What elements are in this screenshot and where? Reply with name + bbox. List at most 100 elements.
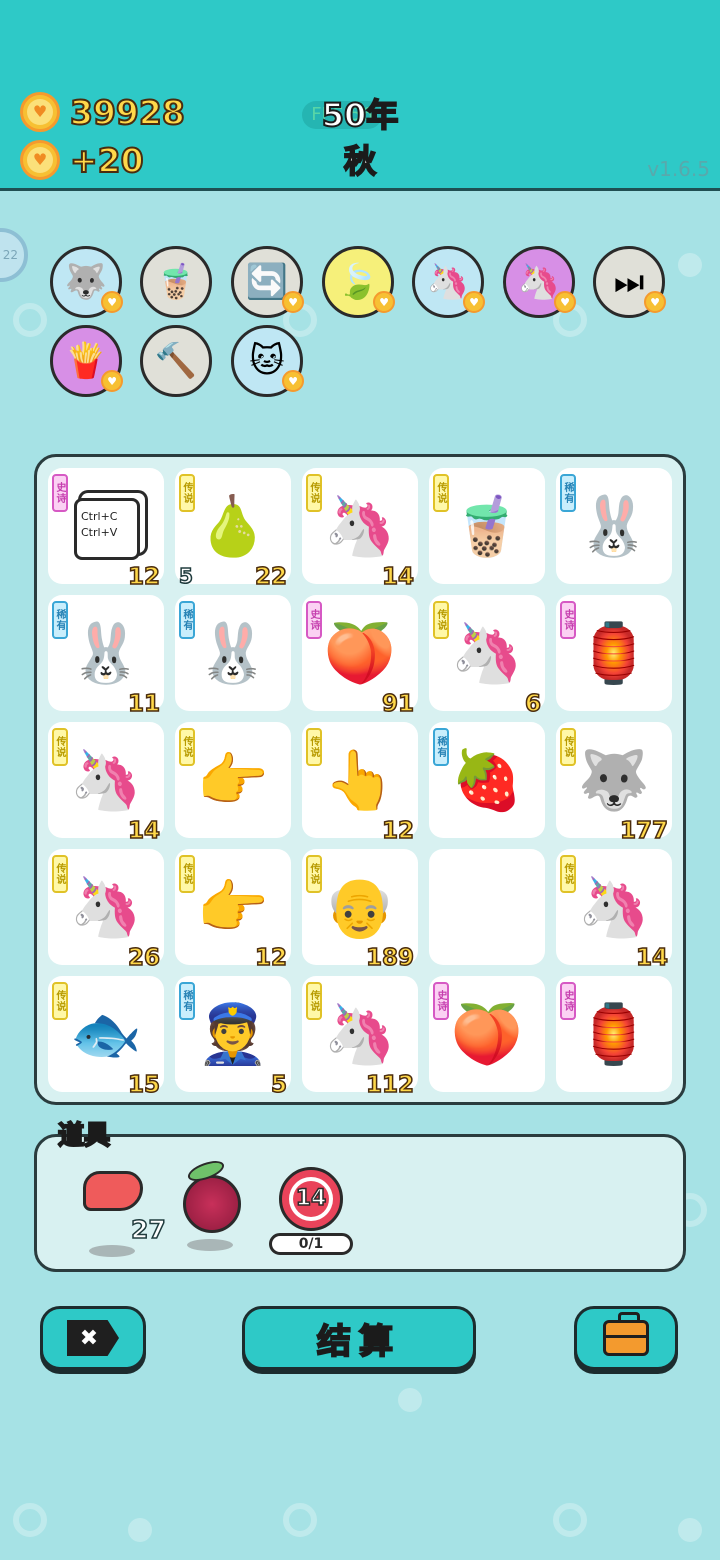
cat-skill-button[interactable]: 🐱 ♥: [231, 325, 304, 397]
board-tile[interactable]: 传说 🦄 112: [302, 976, 418, 1099]
board-tile[interactable]: 传说 🦄 14: [556, 849, 672, 972]
heart-badge-icon: ♥: [463, 291, 485, 313]
timer-item[interactable]: 14 0/1: [269, 1163, 353, 1255]
board-tile[interactable]: 稀有 🐰: [175, 595, 291, 711]
board-tile[interactable]: 史诗 Ctrl+C Ctrl+V 12: [48, 468, 164, 591]
heart-badge-icon: ♥: [282, 291, 304, 313]
board-tile[interactable]: 传说 👆 12: [302, 722, 418, 845]
twin-unicorns-epic-skill-icon: 🦄: [517, 262, 561, 302]
liver-icon: [83, 1171, 143, 1211]
board-tile[interactable]: 稀有 🐰 11: [48, 595, 164, 718]
tile-count: 12: [127, 563, 161, 591]
husky-skill-button[interactable]: 🐺 ♥: [50, 246, 123, 318]
settle-label: 结算: [316, 1321, 401, 1363]
heart-badge-icon: ♥: [101, 370, 123, 392]
board-tile[interactable]: 传说 🍐 5 22: [175, 468, 291, 591]
pointing-hand-icon: 👉: [196, 746, 270, 814]
tile-count: 14: [635, 944, 669, 972]
tile-count: 22: [254, 563, 288, 591]
settle-button[interactable]: 结算: [242, 1306, 476, 1370]
heart-badge-icon: ♥: [554, 291, 576, 313]
game-board: 史诗 Ctrl+C Ctrl+V 12 传说 🍐 5 22 传说 🦄 14 传说 🧋 稀有 🐰 稀有 🐰 11 稀…: [34, 454, 686, 1105]
tile-count: 12: [254, 944, 288, 972]
board-tile[interactable]: 传说 🐟 15: [48, 976, 164, 1099]
liver-count: 27: [130, 1214, 166, 1245]
peach-icon: 🍑: [450, 1000, 524, 1068]
rabbit-house-icon: 🏮: [577, 619, 651, 687]
coin-balance: ♥ 39928: [20, 92, 186, 133]
tile-count: 112: [365, 1071, 415, 1099]
season-label: 秋: [343, 141, 377, 181]
bag-button[interactable]: [574, 1306, 678, 1370]
board-tile[interactable]: 史诗 🏮: [556, 595, 672, 711]
board-tile[interactable]: 传说 👴 189: [302, 849, 418, 972]
husky-skill-icon: 🐺: [64, 262, 108, 302]
lychee-icon: 🍓: [450, 746, 524, 814]
board-tile[interactable]: 传说 👉: [175, 722, 291, 838]
tile-count: 189: [365, 944, 415, 972]
timer-icon: 14: [279, 1167, 343, 1231]
income-amount: +20: [69, 140, 145, 181]
board-tile[interactable]: 传说 🧋: [429, 468, 545, 584]
tile-count: 177: [619, 817, 669, 845]
top-bar: ♥ 39928 ♥ +20 FPS:56 50年 秋 v1.6.5: [0, 0, 720, 191]
board-tile[interactable]: 传说 🦄 6: [429, 595, 545, 718]
side-tab-label: 22: [2, 248, 18, 262]
rabbit-house-icon: 🏮: [577, 1000, 651, 1068]
milk-tea-skill-icon: 🧋: [154, 262, 198, 302]
board-tile[interactable]: 传说 🦄 14: [302, 468, 418, 591]
close-glyph: ✖: [79, 1325, 99, 1351]
twin-unicorns-skill-icon: 🦄: [426, 262, 470, 302]
board-tile[interactable]: 稀有 👮 5: [175, 976, 291, 1099]
bayberry-item[interactable]: [177, 1156, 247, 1251]
skip-skill-button[interactable]: ⏭ ♥: [593, 246, 666, 318]
hammer-skill-button[interactable]: 🔨: [140, 325, 212, 397]
year-label: 50年: [321, 95, 400, 135]
heart-coin-icon: ♥: [20, 140, 60, 180]
board-tile[interactable]: 稀有 🐰: [556, 468, 672, 584]
liver-item[interactable]: 27: [79, 1167, 167, 1257]
coin-amount: 39928: [69, 92, 186, 133]
heart-badge-icon: ♥: [101, 291, 123, 313]
heart-coin-icon: ♥: [20, 92, 60, 132]
board-tile[interactable]: 传说 🦄 26: [48, 849, 164, 972]
twin-unicorns-epic-skill-button[interactable]: 🦄 ♥: [503, 246, 576, 318]
hammer-skill-icon: 🔨: [154, 341, 198, 381]
tile-count: 14: [381, 563, 415, 591]
board-tile[interactable]: [429, 849, 545, 965]
milk-tea-skill-button[interactable]: 🧋: [140, 246, 212, 318]
tile-count: 26: [127, 944, 161, 972]
coin-income: ♥ +20: [20, 140, 145, 181]
tile-level: 5: [178, 563, 193, 589]
twin-unicorns-skill-button[interactable]: 🦄 ♥: [412, 246, 485, 318]
items-title: 道具: [57, 1120, 111, 1152]
skip-skill-icon: ⏭: [613, 262, 645, 302]
tile-count: 14: [127, 817, 161, 845]
fries-skill-button[interactable]: 🍟 ♥: [50, 325, 123, 397]
leaf-skill-button[interactable]: 🍃 ♥: [322, 246, 395, 318]
milk-tea-icon: 🧋: [450, 492, 524, 560]
timer-progress: 0/1: [269, 1233, 353, 1255]
rabbit-icon: 🐰: [196, 619, 270, 687]
quit-button[interactable]: ✖: [40, 1306, 146, 1370]
side-tab[interactable]: 22: [0, 228, 28, 282]
rarity-tag: 史诗: [52, 474, 68, 512]
tile-count: 91: [381, 690, 415, 718]
heart-badge-icon: ♥: [282, 370, 304, 392]
board-tile[interactable]: 传说 👉 12: [175, 849, 291, 972]
rabbit-icon: 🐰: [577, 492, 651, 560]
board-tile[interactable]: 史诗 🍑 91: [302, 595, 418, 718]
board-tile[interactable]: 传说 🐺 177: [556, 722, 672, 845]
board-tile[interactable]: 史诗 🏮: [556, 976, 672, 1092]
board-tile[interactable]: 史诗 🍑: [429, 976, 545, 1092]
version-label: v1.6.5: [647, 157, 710, 181]
refresh-skill-button[interactable]: 🔄 ♥: [231, 246, 304, 318]
board-tile[interactable]: 稀有 🍓: [429, 722, 545, 838]
briefcase-icon: [603, 1312, 649, 1356]
board-tile[interactable]: 传说 🦄 14: [48, 722, 164, 845]
tile-count: 11: [127, 690, 161, 718]
cat-skill-icon: 🐱: [249, 341, 285, 381]
copy-paste-card-icon: Ctrl+C Ctrl+V: [74, 498, 140, 560]
tile-count: 15: [127, 1071, 161, 1099]
heart-badge-icon: ♥: [373, 291, 395, 313]
